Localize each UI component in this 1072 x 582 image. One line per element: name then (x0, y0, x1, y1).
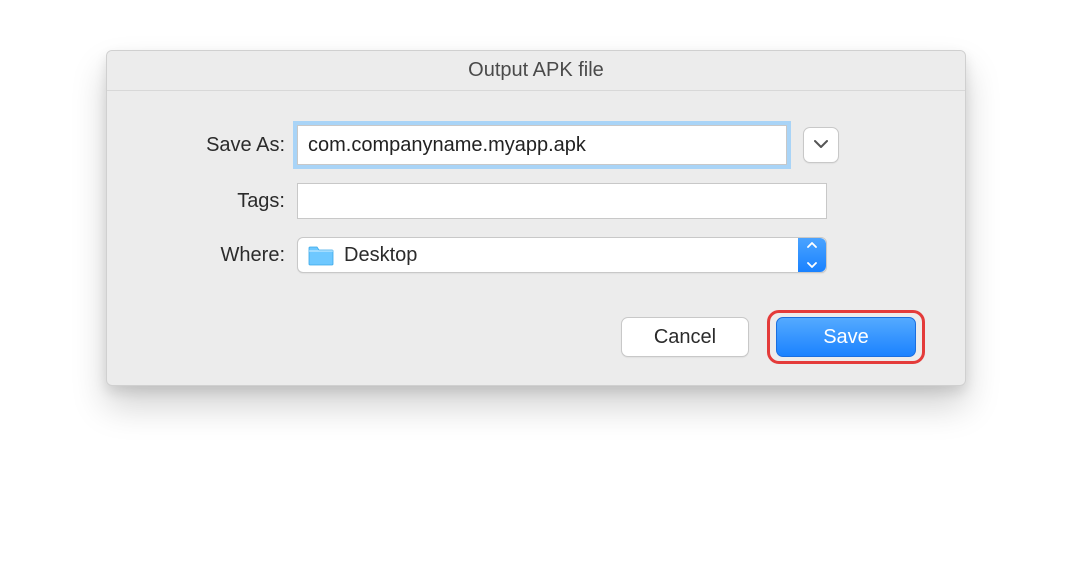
save-button[interactable]: Save (776, 317, 916, 357)
saveas-input[interactable] (297, 125, 787, 165)
chevron-up-icon (807, 237, 817, 255)
where-label: Where: (147, 244, 297, 267)
dialog-titlebar: Output APK file (107, 51, 965, 91)
folder-icon (308, 244, 334, 266)
dialog-title: Output APK file (468, 59, 604, 82)
tags-row: Tags: (147, 183, 925, 219)
save-button-highlight: Save (767, 310, 925, 364)
saveas-label: Save As: (147, 134, 297, 157)
dialog-content: Save As: Tags: Where: (107, 91, 965, 385)
tags-input[interactable] (297, 183, 827, 219)
chevron-down-icon (814, 136, 828, 154)
save-dialog: Output APK file Save As: Tags: Where: (106, 50, 966, 386)
where-select[interactable]: Desktop (297, 237, 827, 273)
button-row: Cancel Save (147, 317, 925, 357)
where-stepper[interactable] (798, 238, 826, 272)
tags-label: Tags: (147, 190, 297, 213)
cancel-button[interactable]: Cancel (621, 317, 749, 357)
chevron-down-icon (807, 255, 817, 273)
saveas-wrap (297, 125, 839, 165)
where-value: Desktop (344, 244, 417, 267)
expand-button[interactable] (803, 127, 839, 163)
saveas-row: Save As: (147, 125, 925, 165)
where-row: Where: Desktop (147, 237, 925, 273)
